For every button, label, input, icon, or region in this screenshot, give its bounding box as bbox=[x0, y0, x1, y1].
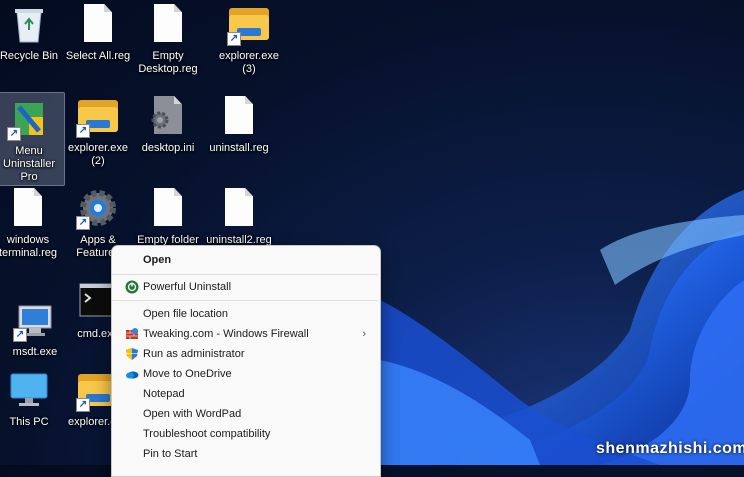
folder-shortcut-icon: ↗ bbox=[227, 2, 271, 46]
desktop-icon-label: msdt.exe bbox=[12, 346, 58, 358]
desktop-icon-label: Empty Desktop.reg bbox=[138, 50, 198, 75]
onedrive-cloud-icon bbox=[125, 367, 139, 381]
reg-file-icon bbox=[217, 186, 261, 230]
menu-item-tweaking-firewall[interactable]: Tweaking.com - Windows Firewall › bbox=[116, 324, 376, 344]
desktop-icon-label: This PC bbox=[9, 416, 49, 428]
desktop-icon-label: explorer.exe (3) bbox=[219, 50, 279, 75]
shortcut-arrow-icon: ↗ bbox=[76, 398, 90, 412]
menu-item-powerful-uninstall[interactable]: Powerful Uninstall bbox=[116, 277, 376, 297]
shortcut-arrow-icon: ↗ bbox=[227, 32, 241, 46]
menu-item-label: Open with WordPad bbox=[143, 408, 242, 420]
firewall-icon bbox=[125, 327, 139, 341]
desktop-icon-label: Recycle Bin bbox=[0, 50, 59, 62]
shortcut-arrow-icon: ↗ bbox=[76, 124, 90, 138]
uac-shield-icon bbox=[125, 347, 139, 361]
menu-item-pin-to-start[interactable]: Pin to Start bbox=[116, 444, 376, 464]
reg-file-icon bbox=[217, 94, 261, 138]
gear-icon: ↗ bbox=[76, 186, 120, 230]
recycle-bin-icon bbox=[7, 2, 51, 46]
desktop-icon-empty-desktop-reg[interactable]: Empty Desktop.reg bbox=[133, 2, 203, 76]
menu-item-open[interactable]: Open bbox=[116, 250, 376, 270]
desktop-icon-label: Menu Uninstaller Pro bbox=[3, 145, 55, 183]
menu-item-label: Notepad bbox=[143, 388, 185, 400]
chevron-right-icon: › bbox=[362, 328, 366, 340]
uninstaller-app-icon: ↗ bbox=[7, 97, 51, 141]
desktop-icon-uninstall2-reg[interactable]: uninstall2.reg bbox=[204, 186, 274, 247]
uninstall-power-icon bbox=[125, 280, 139, 294]
menu-item-notepad[interactable]: Notepad bbox=[116, 384, 376, 404]
desktop-icon-label: uninstall.reg bbox=[209, 142, 269, 154]
menu-item-label: Powerful Uninstall bbox=[143, 281, 232, 293]
menu-item-label: Tweaking.com - Windows Firewall bbox=[143, 328, 309, 340]
monitor-icon bbox=[7, 368, 51, 412]
shortcut-arrow-icon: ↗ bbox=[7, 127, 21, 141]
desktop-icon-explorer-exe-2[interactable]: ↗ explorer.exe (2) bbox=[63, 94, 133, 168]
menu-item-run-as-administrator[interactable]: Run as administrator bbox=[116, 344, 376, 364]
reg-file-icon bbox=[146, 186, 190, 230]
menu-item-label: Pin to Start bbox=[143, 448, 198, 460]
menu-separator bbox=[112, 300, 378, 301]
desktop-icon-label: windows terminal.reg bbox=[0, 234, 58, 259]
reg-file-icon bbox=[76, 2, 120, 46]
desktop-icon-this-pc[interactable]: This PC bbox=[0, 368, 64, 429]
desktop-icon-windows-terminal-reg[interactable]: windows terminal.reg bbox=[0, 186, 63, 260]
menu-item-move-to-onedrive[interactable]: Move to OneDrive bbox=[116, 364, 376, 384]
menu-item-open-with-wordpad[interactable]: Open with WordPad bbox=[116, 404, 376, 424]
menu-item-open-file-location[interactable]: Open file location bbox=[116, 304, 376, 324]
desktop-icon-empty-folder[interactable]: Empty folder bbox=[133, 186, 203, 247]
watermark: shenmazhishi.com bbox=[596, 440, 744, 457]
menu-item-troubleshoot-compatibility[interactable]: Troubleshoot compatibility bbox=[116, 424, 376, 444]
desktop-icon-msdt-exe[interactable]: ↗ msdt.exe bbox=[0, 298, 70, 359]
shortcut-arrow-icon: ↗ bbox=[13, 328, 27, 342]
desktop-icon-label: desktop.ini bbox=[141, 142, 195, 154]
desktop-icon-recycle-bin[interactable]: Recycle Bin bbox=[0, 2, 64, 63]
desktop-icon-label: explorer.exe (2) bbox=[68, 142, 128, 167]
desktop-icon-select-all-reg[interactable]: Select All.reg bbox=[63, 2, 133, 63]
menu-separator bbox=[112, 274, 378, 275]
reg-file-icon bbox=[146, 2, 190, 46]
shortcut-arrow-icon: ↗ bbox=[76, 216, 90, 230]
menu-item-label: Open bbox=[143, 254, 172, 266]
menu-item-label: Move to OneDrive bbox=[143, 368, 232, 380]
menu-item-label: Run as administrator bbox=[143, 348, 245, 360]
desktop-icon-explorer-exe-3[interactable]: ↗ explorer.exe (3) bbox=[214, 2, 284, 76]
menu-item-label: Troubleshoot compatibility bbox=[143, 428, 271, 440]
reg-file-icon bbox=[6, 186, 50, 230]
context-menu: Open Powerful Uninstall Open file locati… bbox=[111, 245, 381, 477]
desktop-icon-label: Select All.reg bbox=[65, 50, 131, 62]
folder-shortcut-icon: ↗ bbox=[76, 94, 120, 138]
msdt-app-icon: ↗ bbox=[13, 298, 57, 342]
desktop-icon-menu-uninstaller-pro[interactable]: ↗ Menu Uninstaller Pro bbox=[0, 92, 65, 186]
desktop-icon-desktop-ini[interactable]: desktop.ini bbox=[133, 94, 203, 155]
settings-file-icon bbox=[146, 94, 190, 138]
desktop-icon-uninstall-reg[interactable]: uninstall.reg bbox=[204, 94, 274, 155]
menu-item-label: Open file location bbox=[143, 308, 228, 320]
